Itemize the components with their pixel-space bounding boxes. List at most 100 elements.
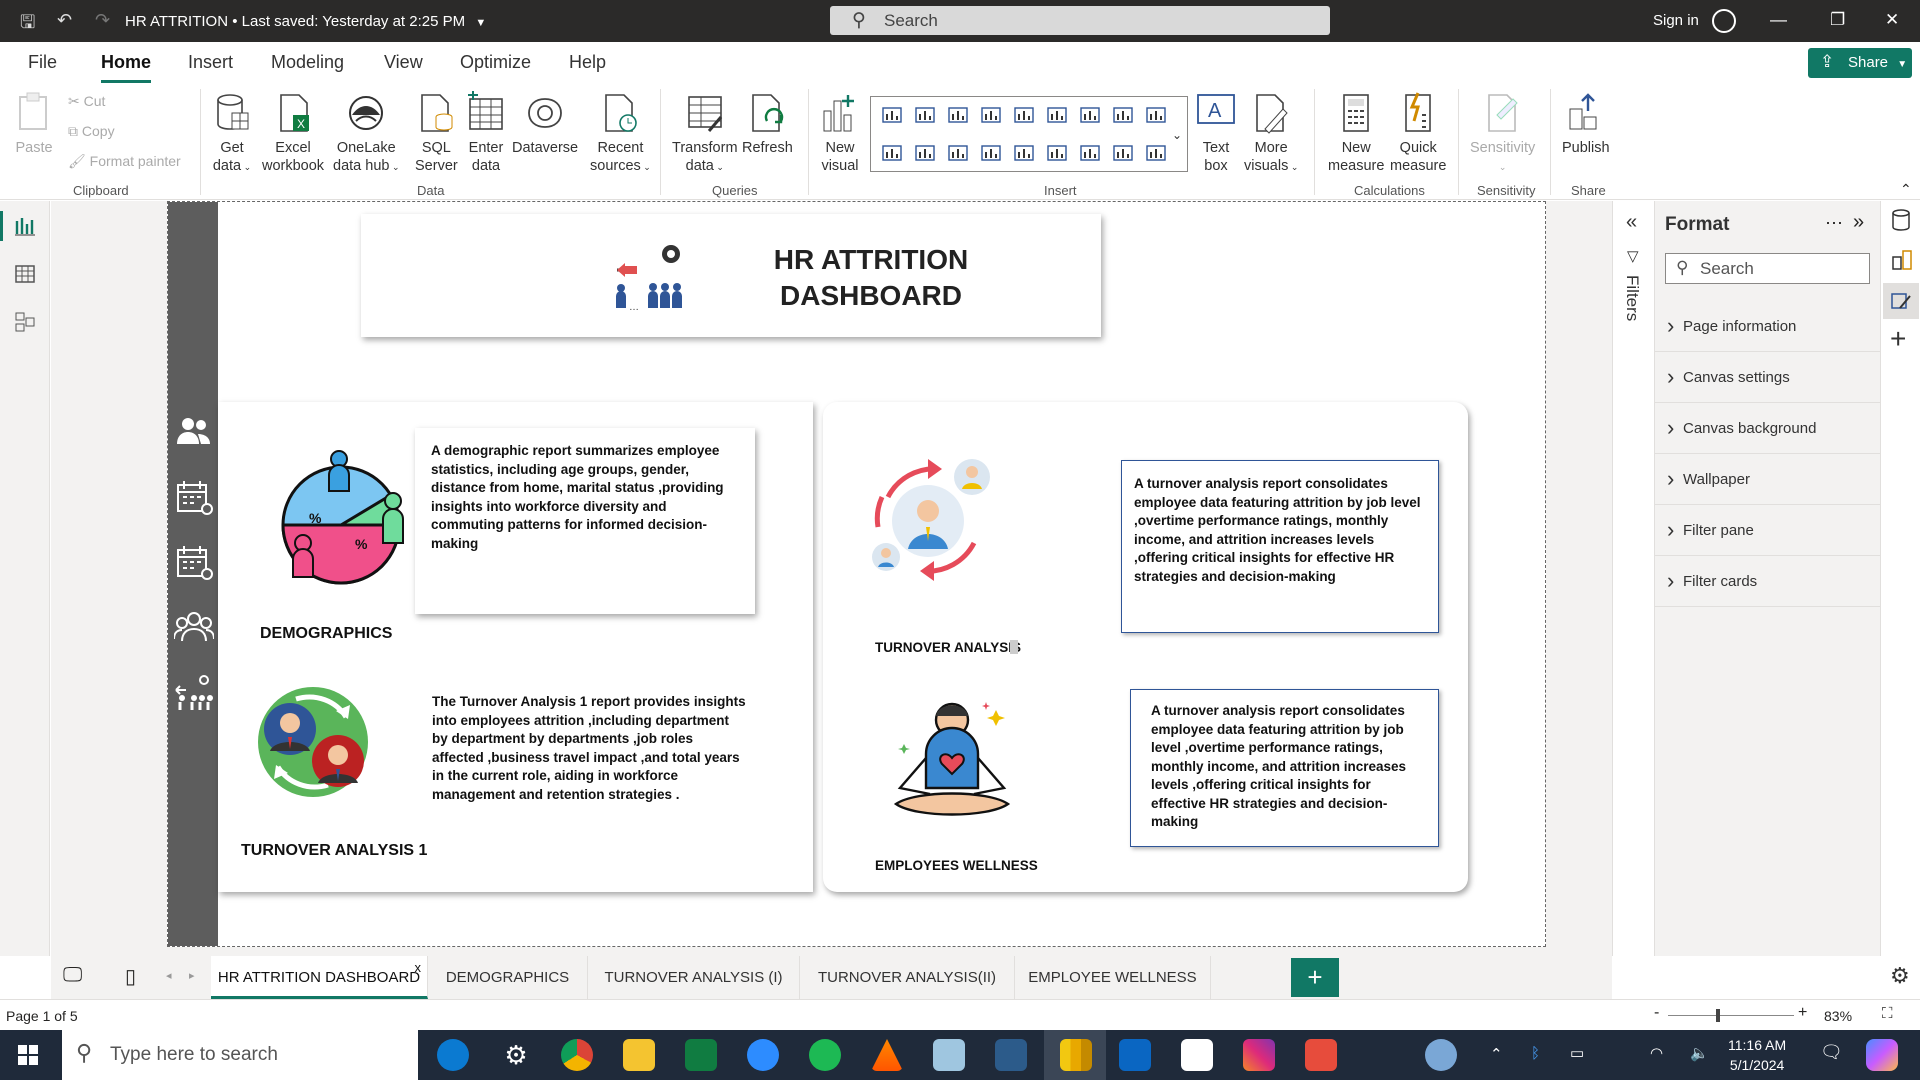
format-canvas-background[interactable]: Canvas background <box>1655 403 1881 454</box>
save-icon[interactable]: 🖫 <box>20 10 35 40</box>
quick-measure-button[interactable]: Quick measure <box>1390 91 1446 175</box>
tab-optimize[interactable]: Optimize <box>460 52 531 73</box>
area-visual-icon[interactable] <box>1112 105 1134 125</box>
minimize-icon[interactable]: — <box>1770 10 1787 30</box>
data-pane-icon[interactable] <box>1891 209 1911 231</box>
prev-page-icon[interactable]: ◂ <box>166 969 172 982</box>
redo-icon[interactable]: ↷ <box>95 10 110 31</box>
desktop-layout-icon[interactable]: 🖵 <box>63 964 82 987</box>
recent-sources-button[interactable]: Recent sources ⌄ <box>590 91 651 176</box>
ribbon-visual-icon[interactable] <box>1145 105 1167 125</box>
map-visual-icon[interactable] <box>980 143 1002 163</box>
table-view-icon[interactable] <box>14 263 36 285</box>
new-visual-button[interactable]: New visual <box>820 91 860 175</box>
spotify-icon[interactable] <box>809 1039 841 1071</box>
new-measure-button[interactable]: New measure <box>1328 91 1384 175</box>
tab-file[interactable]: File <box>28 52 57 73</box>
collapse-pane-icon[interactable]: » <box>1853 211 1864 234</box>
app-icon[interactable] <box>995 1039 1027 1071</box>
line-visual-icon[interactable] <box>1079 105 1101 125</box>
turnover-analysis-1-icon[interactable] <box>256 685 371 800</box>
share-button[interactable]: ⇪ Share ▼ <box>1808 48 1912 78</box>
chrome-icon[interactable] <box>561 1039 593 1071</box>
tab-help[interactable]: Help <box>569 52 606 73</box>
power-bi-icon[interactable] <box>1060 1039 1092 1071</box>
notes-app-icon[interactable] <box>933 1039 965 1071</box>
instagram-icon[interactable] <box>1243 1039 1275 1071</box>
refresh-button[interactable]: Refresh <box>742 91 793 157</box>
format-pane-tab-active[interactable] <box>1883 283 1919 319</box>
search-input[interactable]: ⚲ Search <box>830 6 1330 35</box>
100-column-visual-icon[interactable] <box>1046 105 1068 125</box>
file-explorer-icon[interactable] <box>623 1039 655 1071</box>
zoom-icon[interactable] <box>747 1039 779 1071</box>
zoom-slider-thumb[interactable] <box>1716 1009 1720 1022</box>
sql-server-button[interactable]: SQL Server <box>415 91 458 175</box>
add-pane-icon[interactable]: + <box>1890 323 1906 355</box>
paste-button[interactable]: Paste <box>14 91 54 157</box>
treemap-visual-icon[interactable] <box>947 143 969 163</box>
expand-filters-icon[interactable]: « <box>1626 211 1637 234</box>
format-filter-cards[interactable]: Filter cards <box>1655 556 1881 607</box>
notifications-icon[interactable]: 🗨 <box>1820 1042 1843 1063</box>
title-card[interactable]: … HR ATTRITION DASHBOARD <box>361 214 1101 337</box>
team-nav-icon[interactable] <box>174 607 214 647</box>
format-canvas-settings[interactable]: Canvas settings <box>1655 352 1881 403</box>
zoom-in-button[interactable]: + <box>1798 1004 1807 1022</box>
copy-button[interactable]: ⧉ Copy <box>68 123 115 140</box>
visualizations-pane-icon[interactable] <box>1891 249 1913 271</box>
clock[interactable]: 11:16 AM 5/1/2024 <box>1728 1035 1786 1075</box>
gallery-expand-icon[interactable]: ⌄ <box>1172 128 1182 142</box>
format-painter-button[interactable]: 🖌 Format painter <box>68 153 181 170</box>
volume-icon[interactable]: 🔈 <box>1690 1044 1709 1062</box>
add-page-button[interactable]: + <box>1291 958 1339 997</box>
tab-insert[interactable]: Insert <box>188 52 233 73</box>
employee-wellness-icon[interactable] <box>886 692 1026 832</box>
copilot-icon[interactable] <box>1866 1039 1898 1071</box>
get-data-button[interactable]: Get data ⌄ <box>212 91 252 176</box>
publish-button[interactable]: Publish <box>1562 91 1610 157</box>
linkedin-icon[interactable] <box>1119 1039 1151 1071</box>
stacked-bar-visual-icon[interactable] <box>881 105 903 125</box>
zoom-level[interactable]: 83% <box>1824 1008 1852 1024</box>
filters-label[interactable]: Filters <box>1622 275 1642 321</box>
mobile-layout-icon[interactable]: ▯ <box>125 964 136 989</box>
slack-icon[interactable] <box>1181 1039 1213 1071</box>
users-nav-icon[interactable] <box>174 412 214 452</box>
wifi-icon[interactable]: ◠ <box>1650 1044 1663 1062</box>
demographics-pie-icon[interactable]: % % <box>273 447 413 592</box>
dataverse-button[interactable]: Dataverse <box>512 91 578 157</box>
more-options-icon[interactable]: ⋯ <box>1825 213 1843 234</box>
video-recorder-icon[interactable] <box>1305 1039 1337 1071</box>
report-view-icon[interactable] <box>14 215 36 237</box>
donut-visual-icon[interactable] <box>914 143 936 163</box>
restore-icon[interactable]: ❐ <box>1830 10 1845 30</box>
matrix-visual-icon[interactable] <box>1145 143 1167 163</box>
employee-wellness-text-card[interactable]: A turnover analysis report consolidates … <box>1130 689 1439 847</box>
format-search-input[interactable]: ⚲ Search <box>1665 253 1870 284</box>
pie-visual-icon[interactable] <box>881 143 903 163</box>
page-tab-hr-attrition-dashboard[interactable]: HR ATTRITION DASHBOARD x <box>211 956 428 999</box>
calendar-nav-icon[interactable] <box>174 477 214 517</box>
cut-button[interactable]: ✂ Cut <box>68 93 105 110</box>
settings-icon[interactable]: ⚙ <box>500 1039 532 1071</box>
tab-view[interactable]: View <box>384 52 423 73</box>
sign-in-button[interactable]: Sign in <box>1653 12 1699 29</box>
page-tab-turnover-analysis-ii[interactable]: TURNOVER ANALYSIS(II) <box>800 956 1015 999</box>
text-box-button[interactable]: A Text box <box>1196 91 1236 175</box>
format-wallpaper[interactable]: Wallpaper <box>1655 454 1881 505</box>
collapse-ribbon-icon[interactable]: ⌃ <box>1900 181 1912 198</box>
clustered-bar-visual-icon[interactable] <box>947 105 969 125</box>
more-visuals-button[interactable]: More visuals ⌄ <box>1244 91 1298 176</box>
window-title[interactable]: HR ATTRITION • Last saved: Yesterday at … <box>125 13 486 30</box>
table-visual-icon[interactable] <box>1112 143 1134 163</box>
multi-row-card-visual-icon[interactable] <box>1079 143 1101 163</box>
enter-data-button[interactable]: Enter data <box>466 91 506 175</box>
page-tab-demographics[interactable]: DEMOGRAPHICS <box>428 956 588 999</box>
turnover-analysis-1-description[interactable]: The Turnover Analysis 1 report provides … <box>432 693 747 804</box>
turnover-analysis-icon[interactable] <box>868 457 993 582</box>
zoom-out-button[interactable]: - <box>1654 1004 1659 1022</box>
100-bar-visual-icon[interactable] <box>1013 105 1035 125</box>
avatar-icon[interactable] <box>1712 9 1736 33</box>
report-page[interactable]: … HR ATTRITION DASHBOARD % % DEMOGRAPHIC… <box>167 201 1546 947</box>
